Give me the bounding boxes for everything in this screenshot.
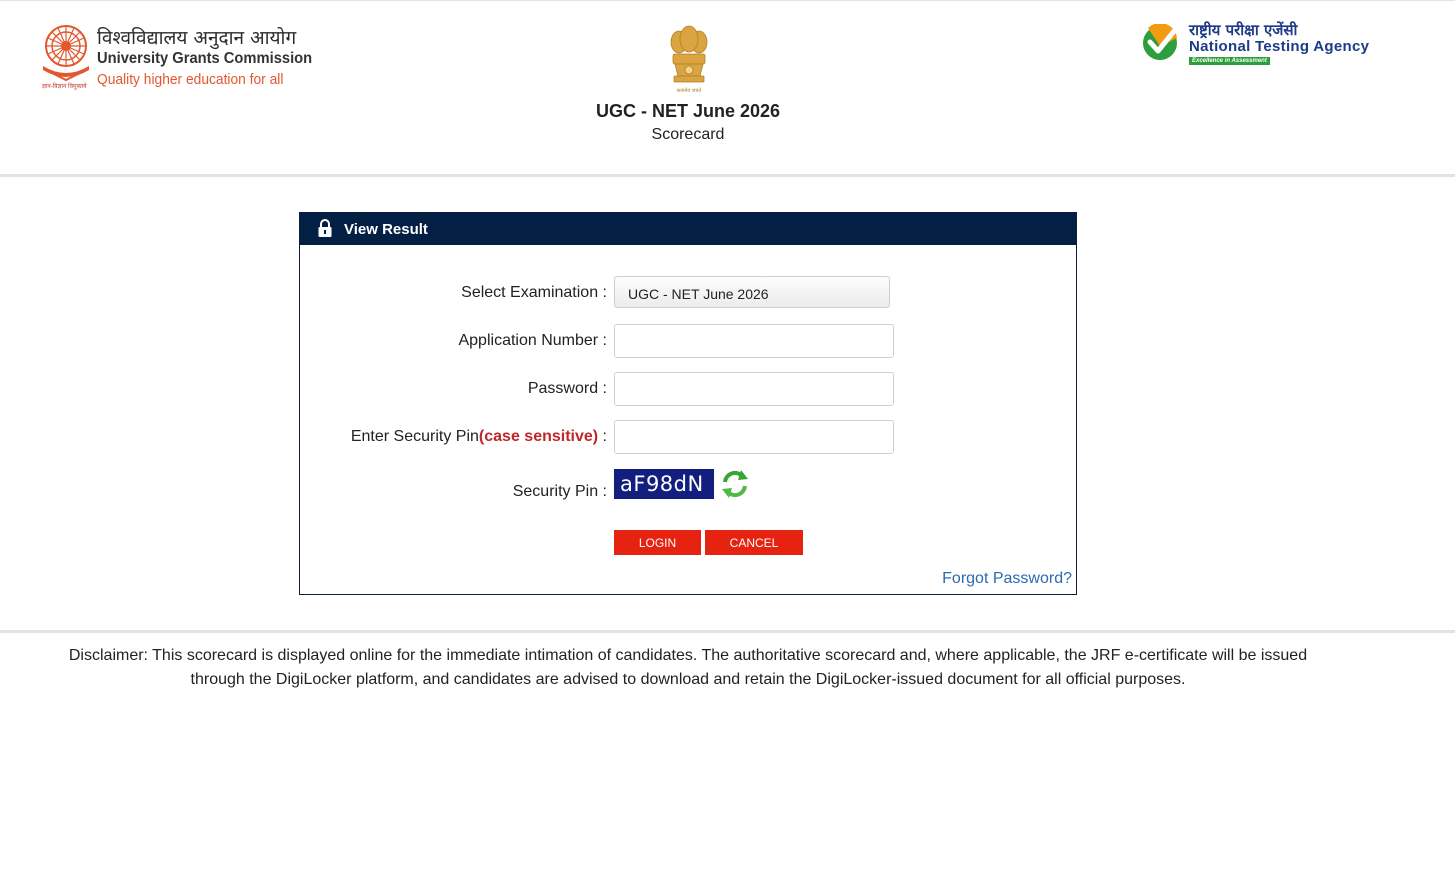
- page-header: विश्वविद्यालय अनुदान आयोग University Gra…: [0, 0, 1455, 175]
- nta-english-name: National Testing Agency: [1189, 38, 1370, 55]
- ugc-tagline: Quality higher education for all: [97, 71, 284, 88]
- ugc-motto: ज्ञान-विज्ञान विमुक्तये: [42, 84, 87, 90]
- nta-check-icon: [1143, 24, 1178, 60]
- forgot-password-link[interactable]: Forgot Password?: [942, 570, 1072, 588]
- nta-hindi-name: राष्ट्रीय परीक्षा एजेंसी: [1189, 21, 1298, 39]
- nta-tagline: Excellence in Assessment: [1189, 57, 1270, 65]
- login-button[interactable]: LOGIN: [614, 530, 701, 555]
- national-emblem-icon: सत्यमेव जयते: [670, 25, 708, 94]
- disclaimer-text: Disclaimer: This scorecard is displayed …: [68, 647, 1308, 688]
- security-pin-input-label: Enter Security Pin(case sensitive) :: [351, 428, 607, 446]
- panel-title: View Result: [344, 221, 428, 238]
- nta-logo: राष्ट्रीय परीक्षा एजेंसी National Testin…: [1142, 20, 1402, 70]
- view-result-panel: View Result Select Examination : UGC - N…: [299, 212, 1077, 595]
- password-input[interactable]: [614, 372, 894, 406]
- security-pin-label-colon: :: [598, 428, 607, 445]
- header-divider: [0, 174, 1455, 177]
- cancel-button[interactable]: CANCEL: [705, 530, 803, 555]
- captcha-label: Security Pin :: [512, 483, 607, 500]
- application-number-input[interactable]: [614, 324, 894, 358]
- ugc-english-name: University Grants Commission: [97, 50, 313, 67]
- page-subtitle: Scorecard: [651, 126, 725, 143]
- application-number-label: Application Number :: [458, 332, 607, 349]
- password-label: Password :: [527, 380, 607, 397]
- exam-label: Select Examination :: [461, 284, 607, 301]
- captcha-image: aF98dN: [614, 469, 714, 499]
- examination-select[interactable]: UGC - NET June 2026: [614, 276, 890, 308]
- security-pin-label-text: Enter Security Pin: [350, 428, 479, 445]
- case-sensitive-note: (case sensitive): [478, 428, 599, 445]
- refresh-captcha-icon[interactable]: [719, 468, 751, 500]
- footer-divider: [0, 630, 1455, 633]
- lock-icon: [318, 219, 332, 237]
- page-title: UGC - NET June 2026: [595, 101, 781, 121]
- security-pin-input[interactable]: [614, 420, 894, 454]
- ugc-logo: विश्वविद्यालय अनुदान आयोग University Gra…: [40, 22, 312, 92]
- emblem-caption: सत्यमेव जयते: [677, 87, 702, 94]
- panel-header: View Result: [300, 213, 1076, 245]
- ugc-hindi-name: विश्वविद्यालय अनुदान आयोग: [97, 27, 297, 49]
- examination-select-value: UGC - NET June 2026: [628, 286, 769, 302]
